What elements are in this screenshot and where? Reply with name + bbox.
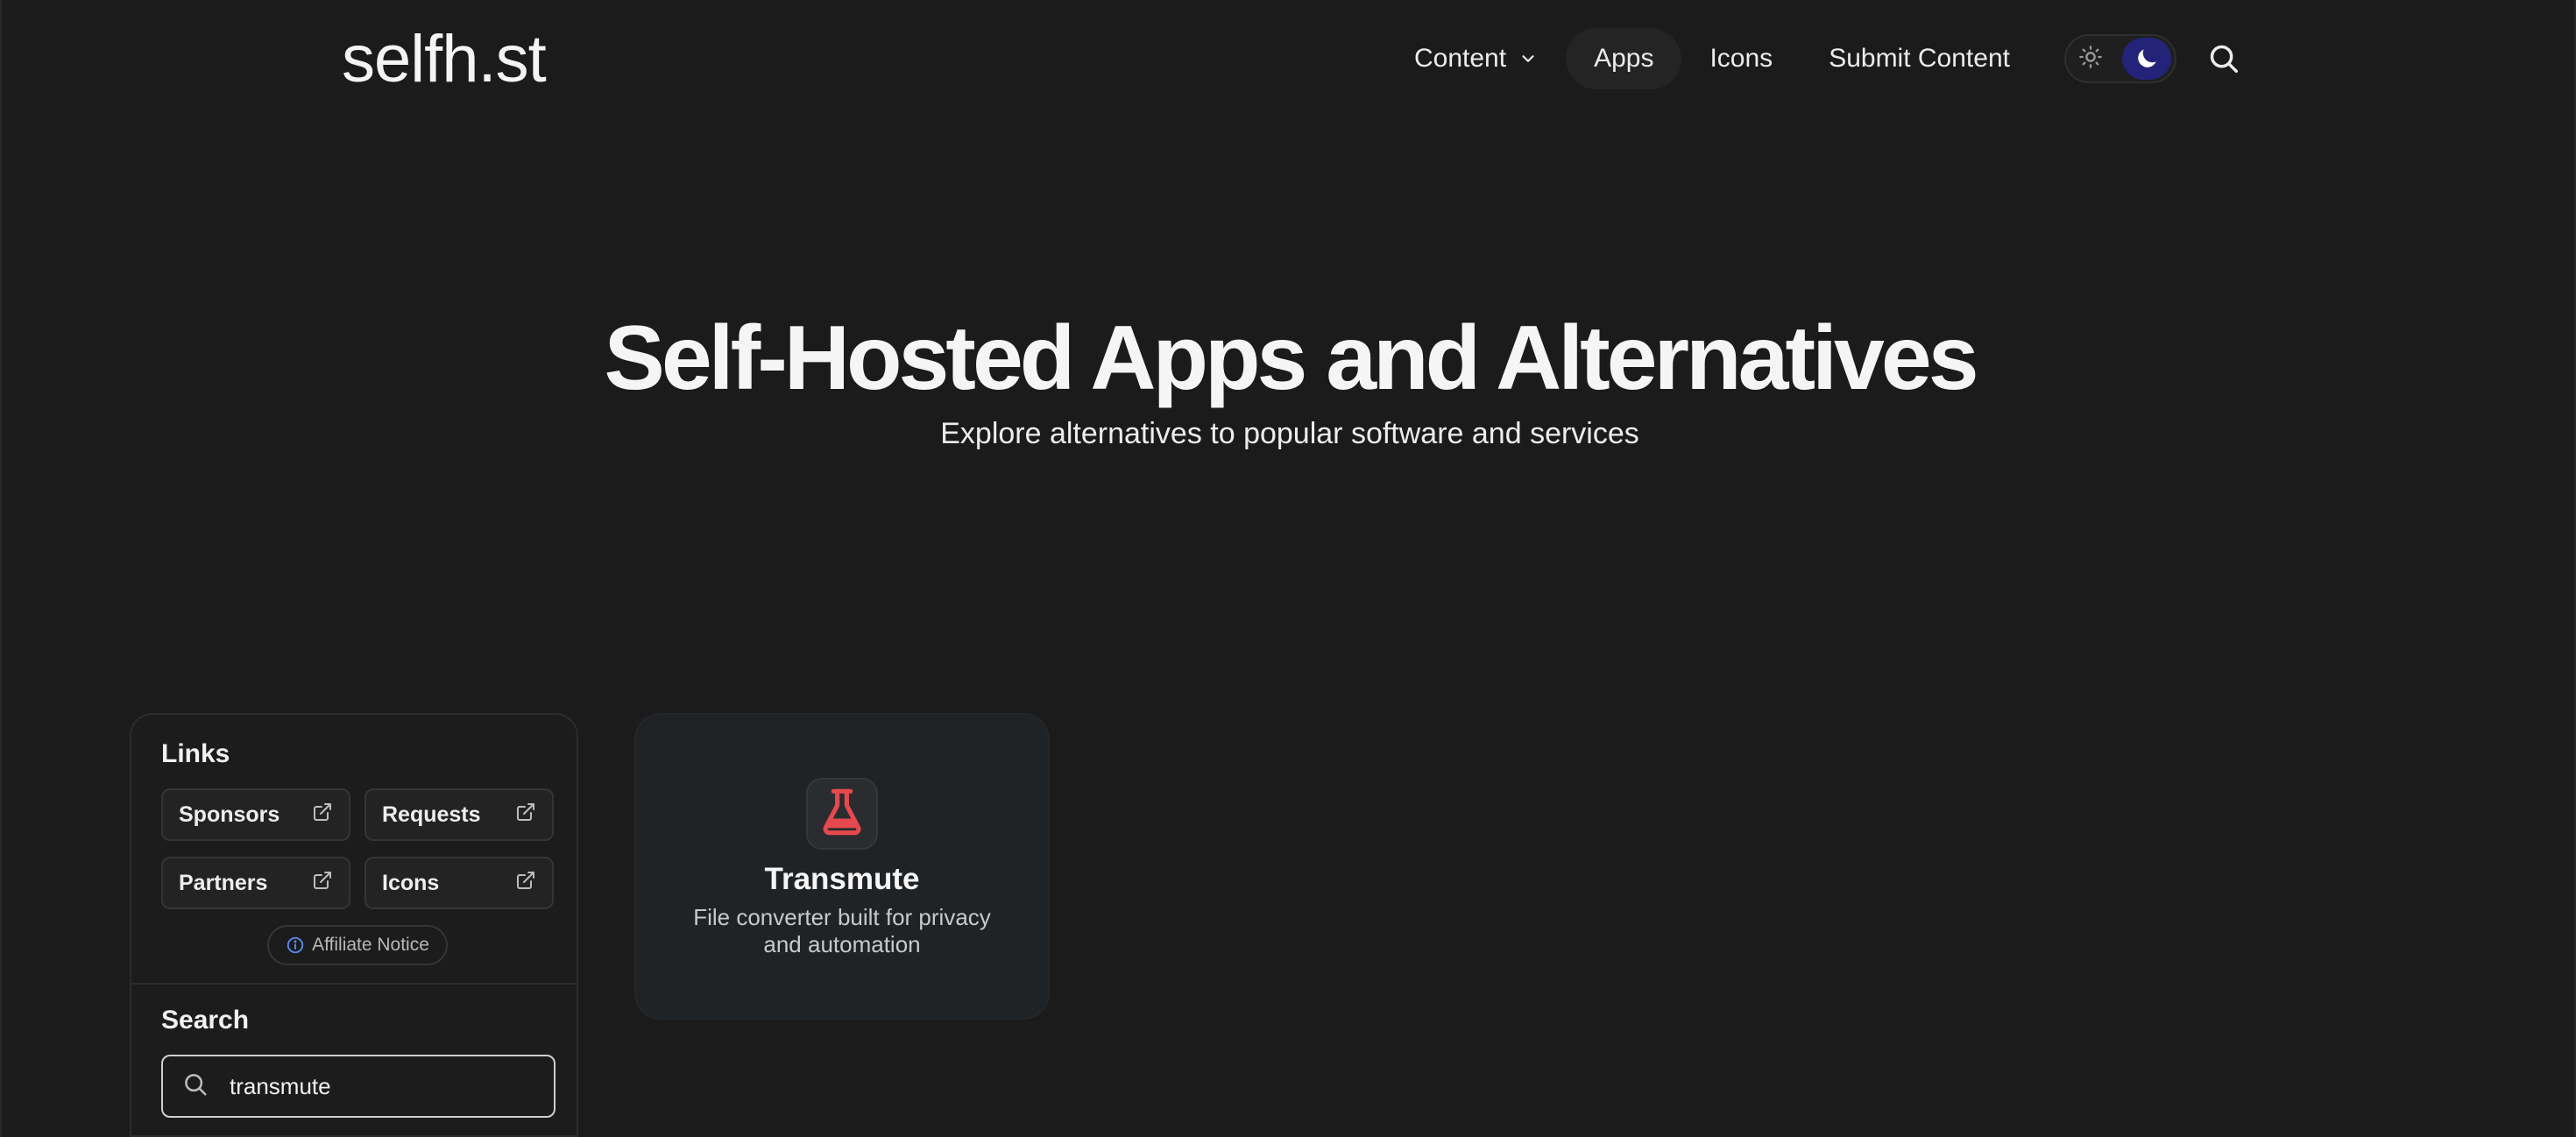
nav-content-dropdown[interactable]: Content (1386, 28, 1566, 89)
requests-link[interactable]: Requests (364, 788, 554, 841)
links-heading: Links (161, 739, 230, 768)
nav-apps[interactable]: Apps (1566, 28, 1682, 89)
app-description: File converter built for privacy and aut… (693, 904, 991, 957)
partners-link[interactable]: Partners (161, 857, 350, 909)
partners-label: Partners (179, 870, 268, 895)
nav-submit-content[interactable]: Submit Content (1801, 28, 2038, 89)
nav-icons[interactable]: Icons (1681, 28, 1801, 89)
theme-toggle[interactable] (2063, 34, 2176, 83)
nav-content-label: Content (1414, 44, 1507, 73)
external-link-icon (515, 870, 536, 897)
icons-label: Icons (382, 870, 440, 895)
requests-label: Requests (382, 802, 481, 827)
app-name: Transmute (764, 862, 920, 896)
search-input[interactable] (228, 1071, 526, 1101)
app-icon (806, 778, 878, 850)
external-link-icon (312, 870, 333, 897)
page: selfh.st Content Apps Icons Submit Conte… (0, 0, 2576, 1137)
icons-link[interactable]: Icons (364, 857, 554, 909)
sponsors-link[interactable]: Sponsors (161, 788, 350, 841)
search-heading: Search (161, 1006, 250, 1035)
search-icon[interactable] (2203, 38, 2245, 80)
chevron-down-icon (1518, 49, 1538, 68)
affiliate-notice-button[interactable]: Affiliate Notice (267, 925, 448, 965)
flask-icon (819, 787, 865, 841)
site-logo[interactable]: selfh.st (342, 26, 547, 93)
sidebar: Links Sponsors Requests Partners Icons A… (130, 713, 578, 1137)
moon-icon (2121, 38, 2171, 80)
page-subtitle: Explore alternatives to popular software… (940, 417, 1639, 450)
links-grid: Sponsors Requests Partners Icons (161, 788, 554, 909)
sponsors-label: Sponsors (179, 802, 280, 827)
sidebar-divider (131, 983, 577, 985)
app-card-transmute[interactable]: Transmute File converter built for priva… (634, 713, 1050, 1020)
external-link-icon (312, 802, 333, 829)
affiliate-notice-label: Affiliate Notice (312, 935, 429, 955)
search-field[interactable] (161, 1055, 556, 1118)
main-nav: Content Apps Icons Submit Content (1386, 28, 2245, 89)
search-icon (182, 1071, 209, 1102)
page-title: Self-Hosted Apps and Alternatives (604, 307, 1978, 409)
external-link-icon (515, 802, 536, 829)
sun-icon (2078, 45, 2103, 74)
info-icon (286, 936, 305, 955)
